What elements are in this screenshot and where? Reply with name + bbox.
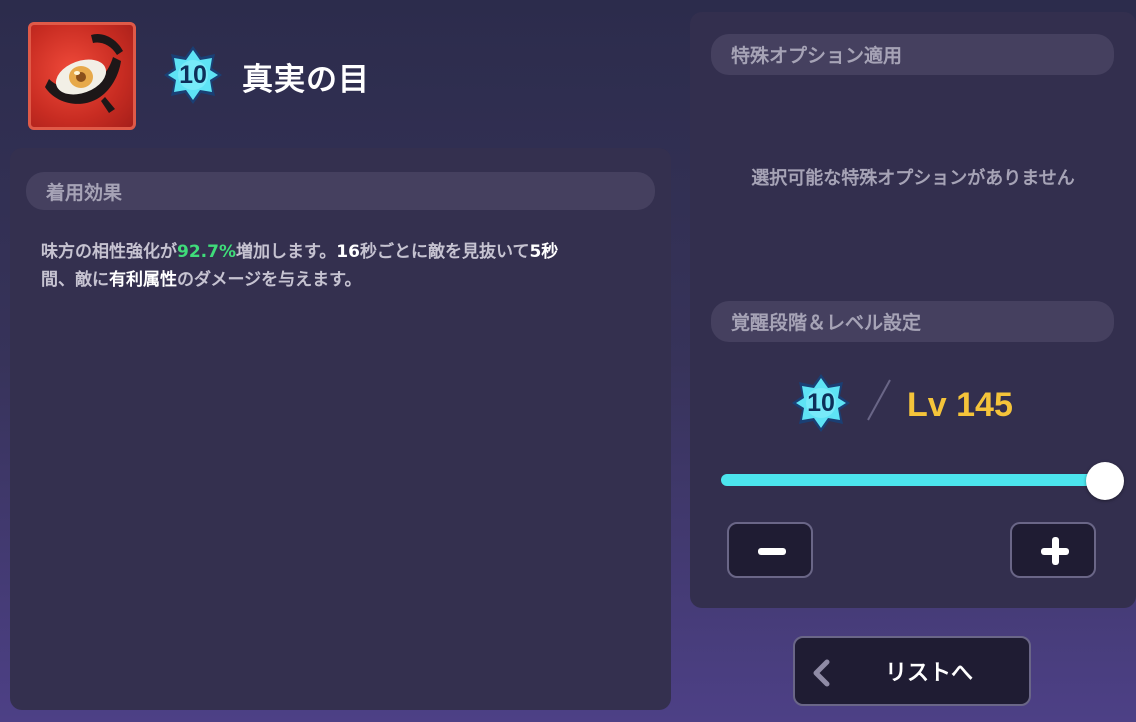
effect-description: 味方の相性強化が92.7%増加します。16秒ごとに敵を見抜いて5秒間、敵に有利属… — [41, 238, 661, 294]
effect-highlight-seconds: 16 — [336, 242, 360, 262]
item-name: 真実の目 — [242, 62, 370, 98]
effect-highlight-duration: 5秒 — [529, 242, 559, 262]
effect-text-part: のダメージを与えます。 — [177, 270, 362, 290]
effect-header: 着用効果 — [26, 172, 655, 210]
level-slider-thumb[interactable] — [1086, 462, 1124, 500]
effect-highlight-attribute: 有利属性 — [109, 270, 177, 290]
level-slider-track[interactable] — [721, 474, 1105, 486]
level-awakening-number: 10 — [807, 388, 835, 417]
effect-text-part: 秒ごとに敵を見抜いて — [359, 242, 530, 262]
minus-icon — [758, 548, 786, 555]
special-option-header: 特殊オプション適用 — [711, 34, 1114, 75]
no-special-options-message: 選択可能な特殊オプションがありません — [751, 168, 1075, 189]
settings-panel: 特殊オプション適用 選択可能な特殊オプションがありません 覚醒段階＆レベル設定 … — [690, 12, 1136, 608]
increase-level-button[interactable] — [1010, 522, 1096, 578]
effect-panel: 着用効果 味方の相性強化が92.7%増加します。16秒ごとに敵を見抜いて5秒間、… — [10, 148, 671, 710]
divider-slash — [867, 379, 891, 421]
level-awakening-badge: 10 — [790, 372, 852, 434]
eye-gem-icon — [45, 33, 123, 113]
effect-text-part: 間、敵に — [41, 270, 109, 290]
effect-highlight-percent: 92.7% — [177, 242, 236, 262]
level-settings-header: 覚醒段階＆レベル設定 — [711, 301, 1114, 342]
back-to-list-button[interactable]: リストへ — [793, 636, 1031, 706]
effect-text-part: 増加します。 — [235, 242, 337, 262]
back-button-label: リストへ — [884, 661, 973, 686]
level-value: Lv 145 — [907, 386, 1013, 424]
awakening-number: 10 — [179, 60, 207, 89]
item-icon — [28, 22, 136, 130]
awakening-badge: 10 — [162, 44, 224, 106]
effect-text-part: 味方の相性強化が — [41, 242, 177, 262]
decrease-level-button[interactable] — [727, 522, 813, 578]
